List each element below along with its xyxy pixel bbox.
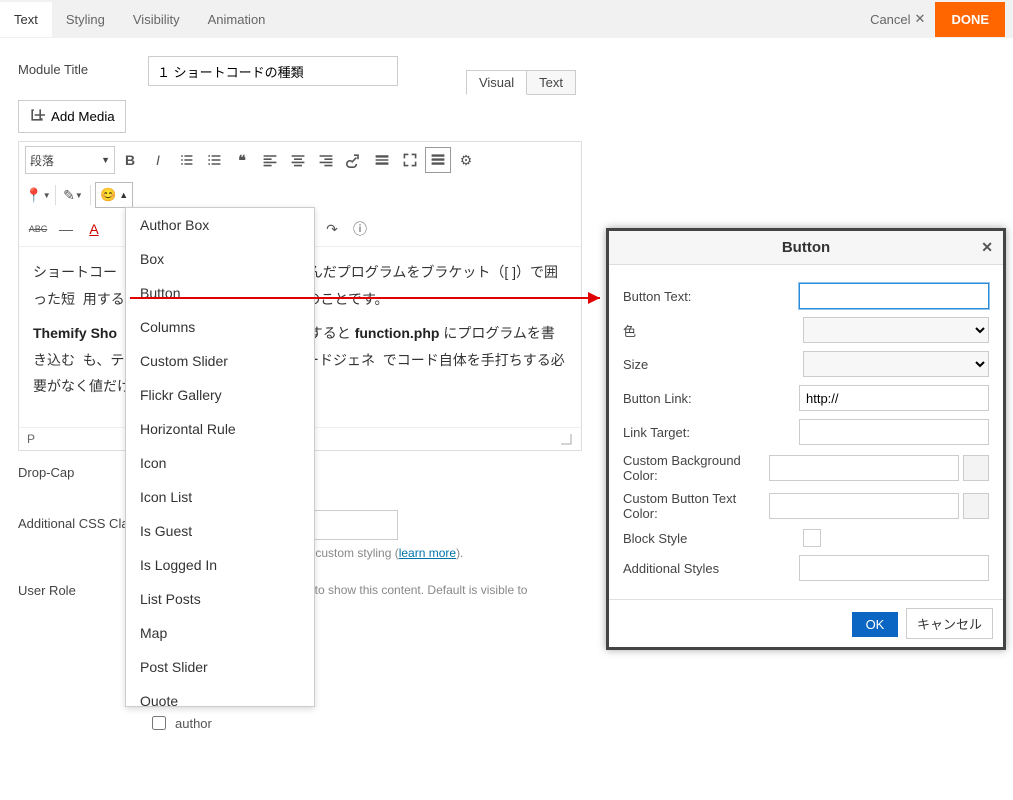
bgcolor-input[interactable] — [769, 455, 959, 481]
editor-mode-text[interactable]: Text — [527, 70, 576, 95]
numbered-list-button[interactable] — [201, 147, 227, 173]
learn-more-link[interactable]: learn more — [399, 546, 456, 560]
modal-ok-button[interactable]: OK — [852, 612, 899, 637]
cancel-label: Cancel — [870, 12, 910, 27]
button-shortcode-modal: Button ✕ Button Text: 色 Size Button Link… — [606, 228, 1006, 650]
modal-title: Button — [782, 239, 830, 256]
sc-item-list-posts[interactable]: List Posts — [126, 582, 314, 616]
chevron-up-icon: ▲ — [119, 190, 128, 200]
editor-path: P — [27, 432, 35, 446]
role-label: author — [175, 716, 212, 731]
done-button[interactable]: DONE — [935, 2, 1005, 37]
bgcolor-swatch[interactable] — [963, 455, 989, 481]
hr-button[interactable]: — — [53, 216, 79, 242]
bold-button[interactable]: B — [117, 147, 143, 173]
help-button[interactable]: ⓘ — [347, 216, 373, 242]
text-frag: function.php — [355, 325, 440, 341]
button-text-label: Button Text: — [623, 289, 799, 304]
text-frag: ショートコー — [33, 264, 117, 280]
format-select[interactable]: 段落 ▼ — [25, 146, 115, 174]
redo-button[interactable]: ↷ — [319, 216, 345, 242]
sc-item-is-logged-in[interactable]: Is Logged In — [126, 548, 314, 582]
sc-item-box[interactable]: Box — [126, 242, 314, 276]
header-tabs: Text Styling Visibility Animation — [0, 2, 279, 37]
resize-handle[interactable] — [559, 432, 573, 446]
editor-mode-visual[interactable]: Visual — [466, 70, 527, 95]
media-icon — [29, 107, 45, 126]
addl-styles-label: Additional Styles — [623, 561, 799, 576]
target-label: Link Target: — [623, 425, 799, 440]
emoji-icon: 😊 — [100, 187, 116, 203]
shortcode-dropdown-trigger[interactable]: 😊 ▲ — [95, 182, 133, 208]
text-color-button[interactable]: A — [81, 216, 107, 242]
tab-styling[interactable]: Styling — [52, 2, 119, 37]
text-frag: Themify Sho — [33, 325, 117, 341]
align-right-button[interactable] — [313, 147, 339, 173]
sc-item-flickr[interactable]: Flickr Gallery — [126, 378, 314, 412]
link-input[interactable] — [799, 385, 989, 411]
txtcolor-swatch[interactable] — [963, 493, 989, 519]
sc-item-button[interactable]: Button — [126, 276, 314, 310]
sc-item-quote[interactable]: Quote — [126, 684, 314, 707]
link-button[interactable] — [341, 147, 367, 173]
sc-item-post-slider[interactable]: Post Slider — [126, 650, 314, 684]
tab-animation[interactable]: Animation — [194, 2, 280, 37]
sc-item-hr[interactable]: Horizontal Rule — [126, 412, 314, 446]
italic-button[interactable]: I — [145, 147, 171, 173]
abc-strike-button[interactable]: ABC — [25, 216, 51, 242]
txtcolor-input[interactable] — [769, 493, 959, 519]
sc-item-columns[interactable]: Columns — [126, 310, 314, 344]
chevron-down-icon: ▼ — [101, 155, 110, 165]
blockquote-button[interactable]: ❝ — [229, 147, 255, 173]
tab-visibility[interactable]: Visibility — [119, 2, 194, 37]
align-left-button[interactable] — [257, 147, 283, 173]
link-label: Button Link: — [623, 391, 799, 406]
color-label: 色 — [623, 321, 803, 340]
help-icon: ⓘ — [353, 219, 367, 239]
color-select[interactable] — [803, 317, 989, 343]
tab-text[interactable]: Text — [0, 2, 52, 37]
align-center-button[interactable] — [285, 147, 311, 173]
sc-item-is-guest[interactable]: Is Guest — [126, 514, 314, 548]
shortcode-menu: Author Box Box Button Columns Custom Sli… — [125, 207, 315, 707]
close-icon: ✕ — [915, 11, 926, 27]
sc-item-icon[interactable]: Icon — [126, 446, 314, 480]
modal-close-button[interactable]: ✕ — [981, 239, 993, 256]
format-select-label: 段落 — [30, 152, 54, 169]
add-media-button[interactable]: Add Media — [18, 100, 126, 133]
module-title-label: Module Title — [18, 56, 148, 77]
style-button[interactable]: ✎▼ — [60, 182, 86, 208]
role-cb-author[interactable] — [152, 716, 166, 730]
size-label: Size — [623, 357, 803, 372]
size-select[interactable] — [803, 351, 989, 377]
sc-item-icon-list[interactable]: Icon List — [126, 480, 314, 514]
block-checkbox[interactable] — [803, 529, 821, 547]
toolbar-toggle-button[interactable] — [425, 147, 451, 173]
module-editor-header: Text Styling Visibility Animation Cancel… — [0, 0, 1013, 38]
pin-button[interactable]: 📍▼ — [25, 182, 51, 208]
sc-item-map[interactable]: Map — [126, 616, 314, 650]
sc-item-custom-slider[interactable]: Custom Slider — [126, 344, 314, 378]
fullscreen-button[interactable] — [397, 147, 423, 173]
sc-item-author-box[interactable]: Author Box — [126, 208, 314, 242]
modal-cancel-button[interactable]: キャンセル — [906, 608, 993, 639]
txtcolor-label: Custom Button Text Color: — [623, 491, 769, 521]
block-label: Block Style — [623, 531, 803, 546]
module-title-input[interactable] — [148, 56, 398, 86]
bgcolor-label: Custom Background Color: — [623, 453, 769, 483]
editor-mode-tabs: Visual Text — [466, 70, 576, 95]
cancel-button[interactable]: Cancel ✕ — [860, 3, 935, 35]
gear-icon: ⚙ — [460, 152, 473, 169]
addl-styles-input[interactable] — [799, 555, 989, 581]
target-input[interactable] — [799, 419, 989, 445]
read-more-button[interactable] — [369, 147, 395, 173]
settings-button[interactable]: ⚙ — [453, 147, 479, 173]
add-media-label: Add Media — [51, 109, 115, 124]
bullet-list-button[interactable] — [173, 147, 199, 173]
button-text-input[interactable] — [799, 283, 989, 309]
